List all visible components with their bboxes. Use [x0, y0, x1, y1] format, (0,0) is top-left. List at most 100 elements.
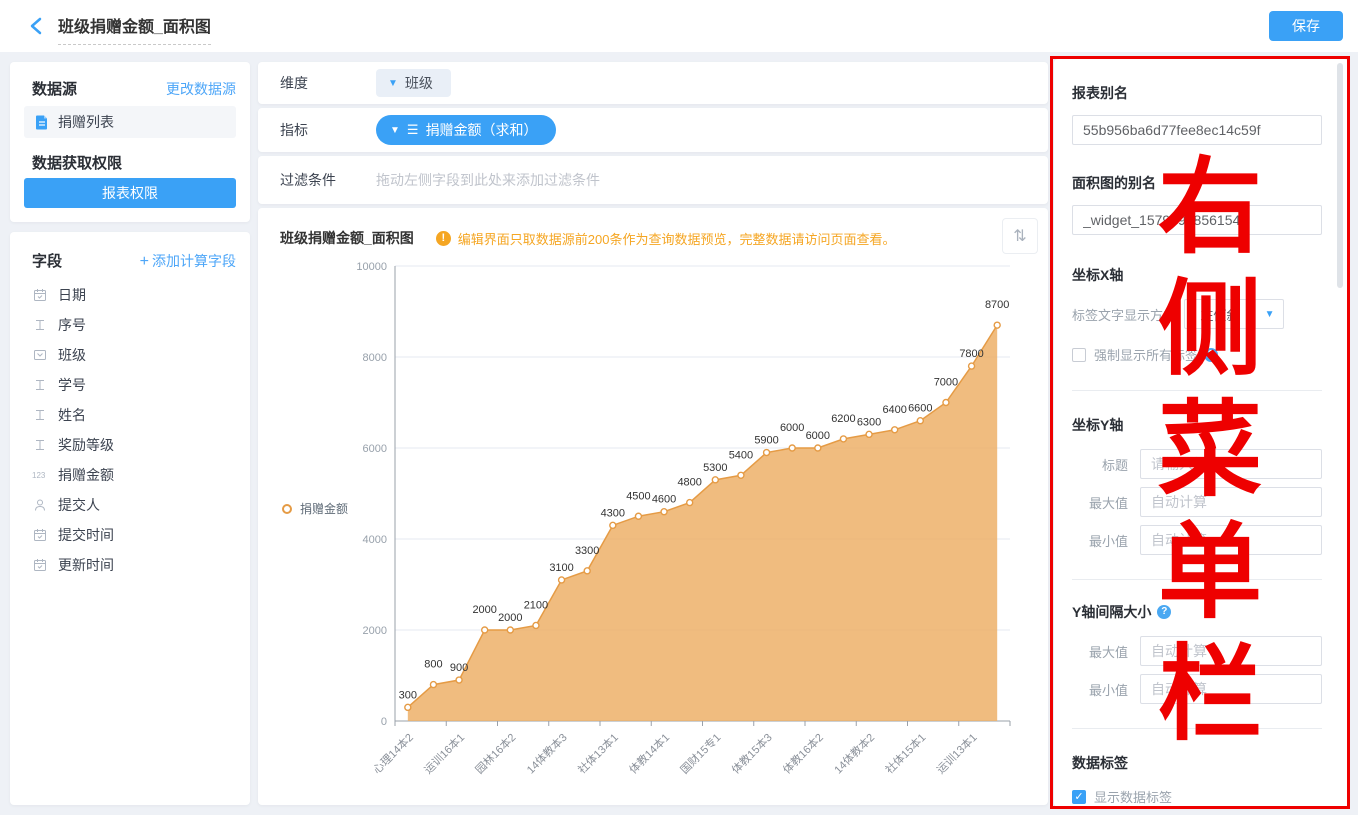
calendar-icon: [32, 528, 48, 542]
interval-max-input[interactable]: [1140, 636, 1322, 666]
label-direction-select[interactable]: 左倾斜 ▼: [1184, 299, 1284, 329]
question-icon[interactable]: ?: [1157, 605, 1171, 619]
field-label: 奖励等级: [58, 435, 114, 455]
text-icon: [32, 378, 48, 392]
interval-min-label: 最小值: [1072, 680, 1128, 699]
svg-text:14体教本3: 14体教本3: [523, 730, 569, 776]
text-icon: [32, 408, 48, 422]
filter-placeholder: 拖动左侧字段到此处来添加过滤条件: [376, 170, 600, 190]
svg-text:体教14本1: 体教14本1: [626, 730, 672, 776]
info-icon[interactable]: ?: [1204, 348, 1218, 362]
metric-row: 指标 ▼ ☰ 捐赠金额（求和）: [258, 108, 1048, 152]
right-settings-panel: 报表别名 面积图的别名 坐标X轴 标签文字显示方向 左倾斜 ▼ 强制显示所有标签…: [1054, 59, 1348, 807]
svg-text:运训13本1: 运训13本1: [933, 730, 979, 776]
y-max-input[interactable]: [1140, 487, 1322, 517]
text-icon: [32, 438, 48, 452]
chevron-down-icon: ▼: [388, 78, 398, 89]
report-permission-button[interactable]: 报表权限: [24, 178, 236, 208]
svg-text:10000: 10000: [356, 261, 387, 273]
svg-text:心理14本2: 心理14本2: [370, 730, 416, 776]
field-item[interactable]: 更新时间: [32, 550, 236, 580]
legend-marker-icon: [282, 504, 292, 514]
svg-text:8000: 8000: [363, 352, 387, 364]
svg-text:体教16本2: 体教16本2: [780, 730, 826, 776]
field-item[interactable]: 学号: [32, 370, 236, 400]
divider: [1072, 728, 1322, 729]
field-label: 提交时间: [58, 525, 114, 545]
add-calc-field-link[interactable]: +添加计算字段: [140, 251, 236, 271]
svg-text:4000: 4000: [363, 534, 387, 546]
svg-text:6200: 6200: [831, 413, 855, 425]
field-item[interactable]: 班级: [32, 340, 236, 370]
datasource-name: 捐赠列表: [58, 112, 114, 132]
change-datasource-link[interactable]: 更改数据源: [166, 79, 236, 99]
force-all-labels-label: 强制显示所有标签: [1094, 345, 1198, 364]
widget-alias-input[interactable]: [1072, 205, 1322, 235]
svg-text:2000: 2000: [363, 625, 387, 637]
calendar-icon: [32, 288, 48, 302]
svg-text:4600: 4600: [652, 494, 676, 506]
label-direction-label: 标签文字显示方向: [1072, 305, 1176, 324]
field-label: 日期: [58, 285, 86, 305]
svg-text:5300: 5300: [703, 462, 727, 474]
filter-row[interactable]: 过滤条件 拖动左侧字段到此处来添加过滤条件: [258, 156, 1048, 204]
widget-alias-title: 面积图的别名: [1072, 173, 1322, 193]
svg-text:园林16本2: 园林16本2: [472, 730, 518, 776]
svg-text:0: 0: [381, 716, 387, 728]
svg-text:2000: 2000: [472, 604, 496, 616]
scrollbar[interactable]: [1337, 63, 1343, 288]
field-item[interactable]: 提交时间: [32, 520, 236, 550]
plus-icon: +: [140, 253, 149, 270]
force-all-labels-checkbox[interactable]: [1072, 348, 1086, 362]
svg-text:国财15专1: 国财15专1: [677, 730, 723, 776]
back-icon[interactable]: [26, 15, 48, 37]
field-label: 捐赠金额: [58, 465, 114, 485]
svg-text:123: 123: [32, 471, 46, 480]
y-title-input[interactable]: [1140, 449, 1322, 479]
svg-text:6300: 6300: [857, 416, 881, 428]
field-item[interactable]: 123 捐赠金额: [32, 460, 236, 490]
x-axis-title: 坐标X轴: [1072, 265, 1322, 285]
fields-panel: 字段 +添加计算字段 日期序号班级学号姓名奖励等级 123 捐赠金额提交人提交时间更…: [10, 232, 250, 805]
y-min-input[interactable]: [1140, 525, 1322, 555]
y-max-label: 最大值: [1072, 493, 1128, 512]
dimension-tag[interactable]: ▼ 班级: [376, 69, 451, 97]
metric-label: 指标: [280, 120, 376, 140]
svg-text:300: 300: [399, 689, 417, 701]
top-bar: 班级捐赠金额_面积图 保存: [0, 0, 1358, 52]
sort-toggle-button[interactable]: ⇅: [1002, 218, 1038, 254]
field-item[interactable]: 序号: [32, 310, 236, 340]
svg-text:社体13本1: 社体13本1: [575, 730, 621, 776]
interval-min-input[interactable]: [1140, 674, 1322, 704]
fields-title: 字段: [32, 250, 62, 271]
field-item[interactable]: 姓名: [32, 400, 236, 430]
field-item[interactable]: 奖励等级: [32, 430, 236, 460]
person-icon: [32, 498, 48, 512]
chevron-down-icon: ▼: [1255, 300, 1283, 328]
svg-text:14体教本2: 14体教本2: [831, 730, 877, 776]
calendar-icon: [32, 558, 48, 572]
field-item[interactable]: 提交人: [32, 490, 236, 520]
save-button[interactable]: 保存: [1269, 11, 1343, 41]
field-item[interactable]: 日期: [32, 280, 236, 310]
fields-list: 日期序号班级学号姓名奖励等级 123 捐赠金额提交人提交时间更新时间: [32, 280, 236, 580]
report-alias-title: 报表别名: [1072, 83, 1322, 103]
preview-warning: ! 编辑界面只取数据源前200条作为查询数据预览，完整数据请访问页面查看。: [436, 229, 896, 248]
datasource-item[interactable]: 捐赠列表: [24, 106, 236, 138]
dimension-label: 维度: [280, 73, 376, 93]
metric-tag[interactable]: ▼ ☰ 捐赠金额（求和）: [376, 115, 556, 145]
y-min-label: 最小值: [1072, 531, 1128, 550]
select-icon: [32, 348, 48, 362]
svg-text:4300: 4300: [601, 507, 625, 519]
text-icon: [32, 318, 48, 332]
filter-label: 过滤条件: [280, 170, 376, 190]
report-alias-input[interactable]: [1072, 115, 1322, 145]
svg-text:6400: 6400: [882, 404, 906, 416]
svg-text:800: 800: [424, 659, 442, 671]
svg-text:6000: 6000: [806, 430, 830, 442]
datasource-panel: 数据源 更改数据源 捐赠列表 数据获取权限 报表权限: [10, 62, 250, 222]
svg-text:4800: 4800: [677, 477, 701, 489]
area-chart-svg: 0200040006000800010000300800900200020002…: [335, 256, 1045, 796]
svg-text:运训16本1: 运训16本1: [421, 730, 467, 776]
show-data-label-checkbox[interactable]: ✓: [1072, 790, 1086, 804]
